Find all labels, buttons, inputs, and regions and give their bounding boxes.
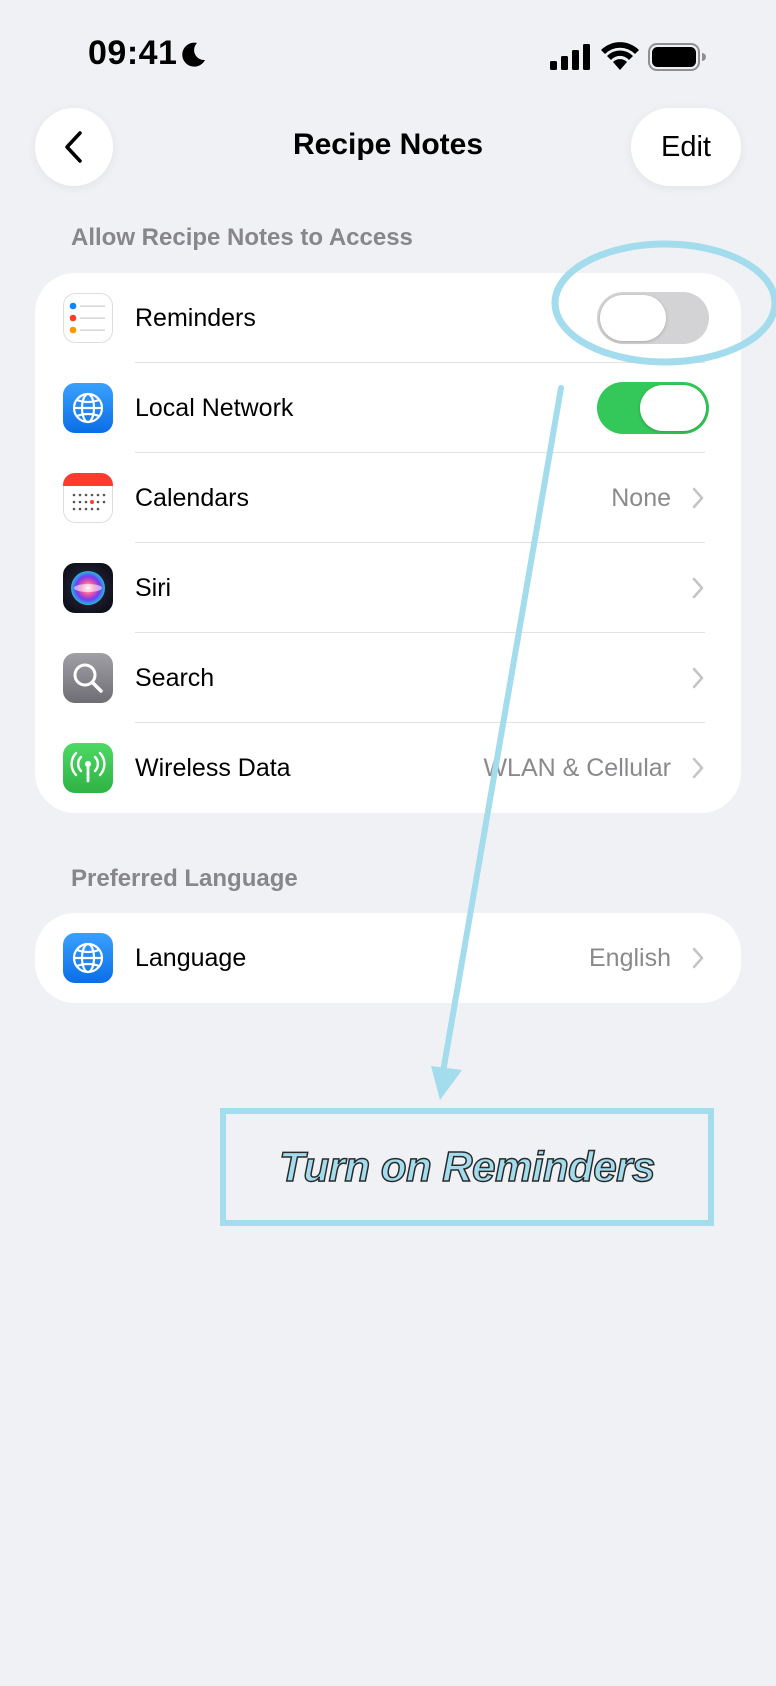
annotation-arrowhead — [431, 1066, 462, 1100]
row-wireless-data[interactable]: Wireless Data WLAN & Cellular — [35, 723, 741, 813]
section-header-access: Allow Recipe Notes to Access — [71, 224, 413, 251]
chevron-right-icon — [692, 757, 704, 779]
wireless-data-label: Wireless Data — [135, 754, 291, 782]
siri-label: Siri — [135, 574, 172, 602]
search-icon — [63, 653, 113, 703]
language-label: Language — [135, 944, 247, 972]
chevron-right-icon — [692, 667, 704, 689]
wifi-icon — [601, 42, 639, 70]
calendars-label: Calendars — [135, 484, 249, 512]
calendars-value: None — [611, 484, 671, 512]
row-language[interactable]: Language English — [35, 913, 741, 1003]
row-siri[interactable]: Siri — [35, 543, 741, 633]
annotation-overlay — [431, 240, 776, 1100]
toggle-knob — [600, 295, 666, 341]
row-calendars[interactable]: Calendars None — [35, 453, 741, 543]
wireless-data-value: WLAN & Cellular — [483, 754, 671, 782]
row-search[interactable]: Search — [35, 633, 741, 723]
reminders-label: Reminders — [135, 304, 256, 332]
battery-icon — [648, 43, 706, 71]
row-reminders: Reminders — [35, 273, 741, 363]
moon-icon — [182, 42, 205, 67]
row-local-network: Local Network — [35, 363, 741, 453]
local-network-toggle[interactable] — [597, 382, 709, 434]
reminders-icon — [63, 293, 113, 343]
globe-icon — [63, 383, 113, 433]
language-group: Language English — [35, 913, 741, 1003]
status-time: 09:41 — [88, 34, 178, 72]
toggle-knob — [640, 385, 706, 431]
access-settings-group: Reminders Local Network Calendars None S… — [35, 273, 741, 813]
siri-icon — [63, 563, 113, 613]
reminders-toggle[interactable] — [597, 292, 709, 344]
calendar-icon — [63, 473, 113, 523]
annotation-text: Turn on Reminders — [278, 1142, 656, 1191]
section-header-language: Preferred Language — [71, 865, 298, 892]
local-network-label: Local Network — [135, 394, 294, 422]
chevron-right-icon — [692, 947, 704, 969]
annotation-callout: Turn on Reminders — [220, 1108, 714, 1226]
globe-icon — [63, 933, 113, 983]
cellular-signal-icon — [550, 44, 590, 70]
chevron-right-icon — [692, 487, 704, 509]
antenna-icon — [63, 743, 113, 793]
search-label: Search — [135, 664, 215, 692]
status-bar: 09:41 — [0, 0, 776, 110]
chevron-right-icon — [692, 577, 704, 599]
language-value: English — [589, 944, 671, 972]
edit-button[interactable]: Edit — [631, 108, 741, 186]
